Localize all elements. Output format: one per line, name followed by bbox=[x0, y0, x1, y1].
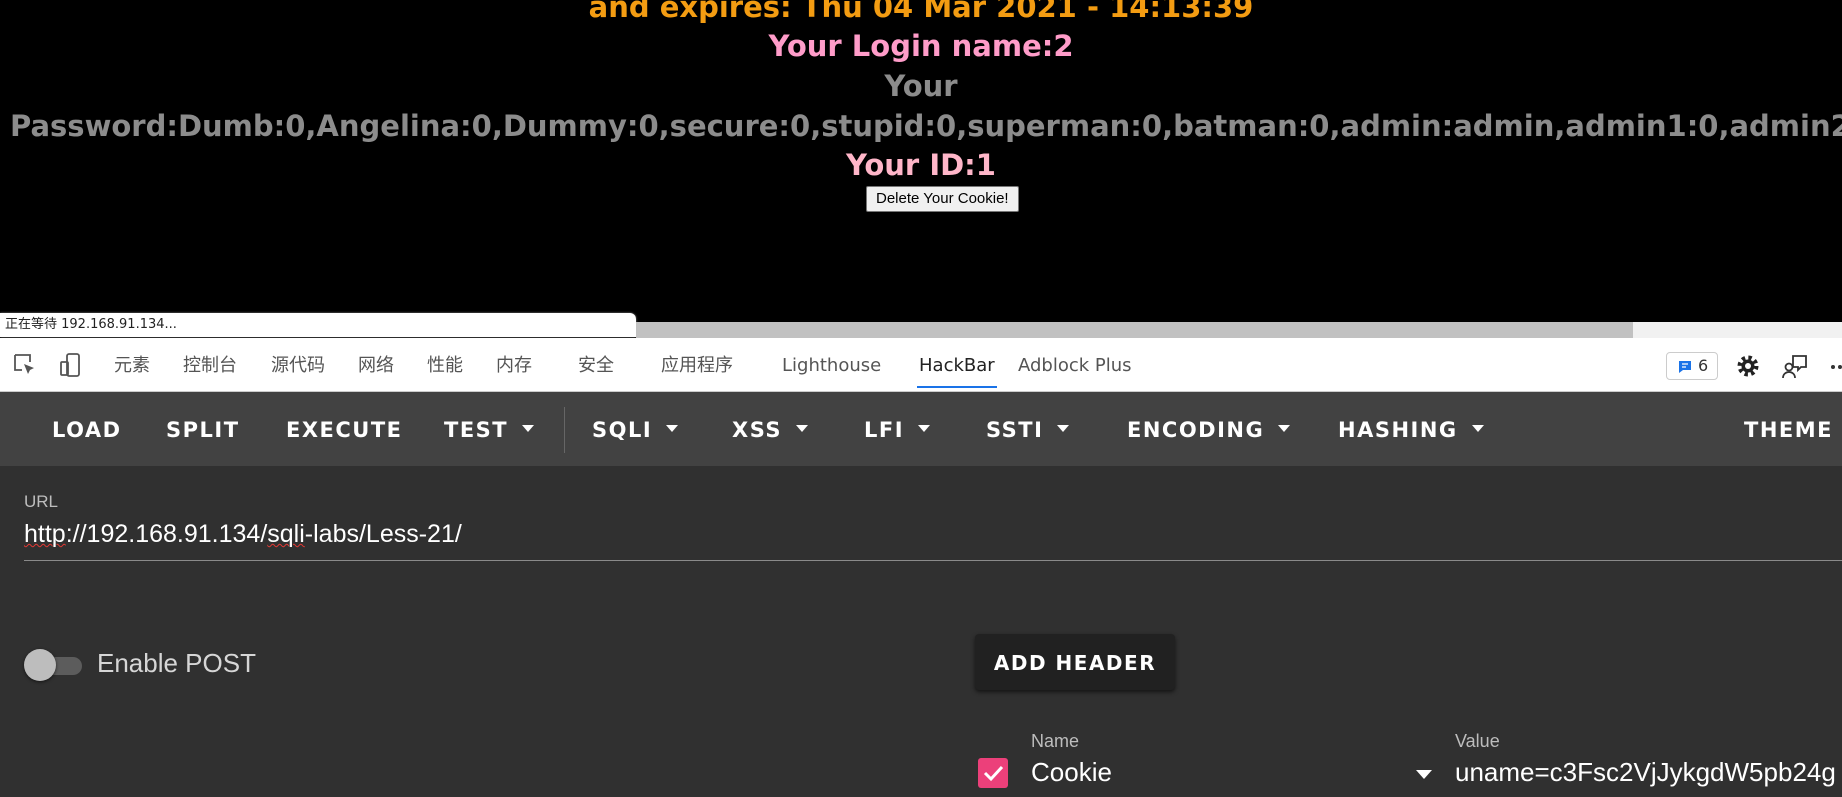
toolbar-divider bbox=[564, 407, 565, 453]
scrollbar-thumb[interactable] bbox=[636, 322, 1633, 338]
header-value-input[interactable]: uname=c3Fsc2VjJykgdW5pb24g bbox=[1455, 757, 1842, 788]
url-underline bbox=[24, 560, 1842, 561]
load-label: LOAD bbox=[52, 418, 122, 442]
url-input[interactable]: http://192.168.91.134/sqli-labs/Less-21/ bbox=[24, 520, 462, 549]
xss-label: XSS bbox=[732, 418, 782, 442]
chevron-down-icon bbox=[796, 424, 808, 432]
xss-menu-button[interactable]: XSS bbox=[732, 392, 808, 466]
toggle-knob bbox=[24, 649, 56, 681]
settings-gear-icon[interactable] bbox=[1735, 353, 1761, 379]
page-content: and expires: Thu 04 Mar 2021 - 14:13:39 … bbox=[0, 0, 1842, 318]
hashing-label: HASHING bbox=[1338, 418, 1458, 442]
hashing-menu-button[interactable]: HASHING bbox=[1338, 392, 1484, 466]
cookie-expires-text: and expires: Thu 04 Mar 2021 - 14:13:39 bbox=[588, 0, 1254, 24]
tab-adblock-plus[interactable]: Adblock Plus bbox=[1018, 338, 1132, 392]
chevron-down-icon bbox=[666, 424, 679, 432]
message-icon bbox=[1679, 361, 1691, 373]
header-name-label: Name bbox=[1031, 731, 1080, 751]
messages-badge[interactable]: 6 bbox=[1666, 352, 1718, 380]
header-name-select[interactable]: Cookie bbox=[1031, 757, 1112, 788]
test-label: TEST bbox=[444, 418, 509, 442]
delete-cookie-button[interactable]: Delete Your Cookie! bbox=[866, 186, 1019, 212]
split-button[interactable]: SPLIT bbox=[166, 392, 240, 466]
url-part: ://192.168.91.134/ bbox=[65, 520, 268, 548]
feedback-icon[interactable] bbox=[1781, 352, 1809, 380]
tab-sources[interactable]: 源代码 bbox=[271, 338, 325, 392]
execute-label: EXECUTE bbox=[286, 418, 403, 442]
user-id-text: Your ID:1 bbox=[846, 148, 996, 182]
header-value-label: Value bbox=[1455, 731, 1500, 751]
header-enabled-checkbox[interactable] bbox=[978, 758, 1008, 788]
chevron-down-icon bbox=[522, 424, 535, 432]
tab-hackbar[interactable]: HackBar bbox=[917, 338, 997, 392]
more-icon[interactable] bbox=[1830, 364, 1842, 370]
url-part: sqli bbox=[267, 520, 305, 548]
lfi-label: LFI bbox=[864, 418, 905, 442]
checkmark-icon bbox=[983, 765, 1004, 782]
tab-network[interactable]: 网络 bbox=[358, 338, 394, 392]
url-label: URL bbox=[24, 492, 59, 511]
split-label: SPLIT bbox=[166, 418, 240, 442]
enable-post-toggle[interactable] bbox=[24, 647, 84, 681]
theme-label: THEME bbox=[1744, 418, 1833, 442]
inspect-element-icon[interactable] bbox=[12, 352, 38, 378]
lfi-menu-button[interactable]: LFI bbox=[864, 392, 931, 466]
login-name-text: Your Login name:2 bbox=[768, 29, 1074, 63]
tab-console[interactable]: 控制台 bbox=[183, 338, 237, 392]
tab-performance[interactable]: 性能 bbox=[427, 338, 463, 392]
chevron-down-icon[interactable] bbox=[1416, 770, 1432, 779]
encoding-label: ENCODING bbox=[1127, 418, 1265, 442]
device-toolbar-icon[interactable] bbox=[58, 352, 84, 378]
tab-elements[interactable]: 元素 bbox=[114, 338, 150, 392]
url-part: -labs/Less-21/ bbox=[304, 520, 462, 548]
enable-post-label: Enable POST bbox=[97, 648, 256, 678]
browser-status-bar: 正在等待 192.168.91.134... bbox=[0, 313, 636, 337]
password-dump-text: Password:Dumb:0,Angelina:0,Dummy:0,secur… bbox=[10, 109, 1842, 143]
hackbar-panel: LOAD SPLIT EXECUTE TEST SQLI XSS LFI SST… bbox=[0, 392, 1842, 797]
sqli-label: SQLI bbox=[592, 418, 653, 442]
devtools-tab-bar: 元素 控制台 源代码 网络 性能 内存 安全 应用程序 Lighthouse H… bbox=[0, 338, 1842, 392]
chevron-down-icon bbox=[1057, 424, 1070, 432]
messages-count: 6 bbox=[1698, 356, 1709, 375]
theme-button[interactable]: THEME bbox=[1744, 392, 1833, 466]
password-heading-text: Your bbox=[884, 69, 958, 103]
load-button[interactable]: LOAD bbox=[52, 392, 122, 466]
tab-application[interactable]: 应用程序 bbox=[661, 338, 733, 392]
ssti-menu-button[interactable]: SSTI bbox=[986, 392, 1070, 466]
horizontal-scrollbar[interactable] bbox=[636, 322, 1842, 338]
url-part: http bbox=[24, 520, 66, 548]
tab-security[interactable]: 安全 bbox=[578, 338, 614, 392]
chevron-down-icon bbox=[918, 424, 931, 432]
test-menu-button[interactable]: TEST bbox=[444, 392, 535, 466]
ssti-label: SSTI bbox=[986, 418, 1044, 442]
hackbar-toolbar: LOAD SPLIT EXECUTE TEST SQLI XSS LFI SST… bbox=[0, 392, 1842, 466]
add-header-button[interactable]: ADD HEADER bbox=[975, 634, 1175, 690]
encoding-menu-button[interactable]: ENCODING bbox=[1127, 392, 1291, 466]
chevron-down-icon bbox=[1278, 424, 1291, 432]
tab-memory[interactable]: 内存 bbox=[496, 338, 532, 392]
chevron-down-icon bbox=[1471, 424, 1484, 432]
tab-lighthouse[interactable]: Lighthouse bbox=[782, 338, 881, 392]
execute-button[interactable]: EXECUTE bbox=[286, 392, 403, 466]
sqli-menu-button[interactable]: SQLI bbox=[592, 392, 679, 466]
